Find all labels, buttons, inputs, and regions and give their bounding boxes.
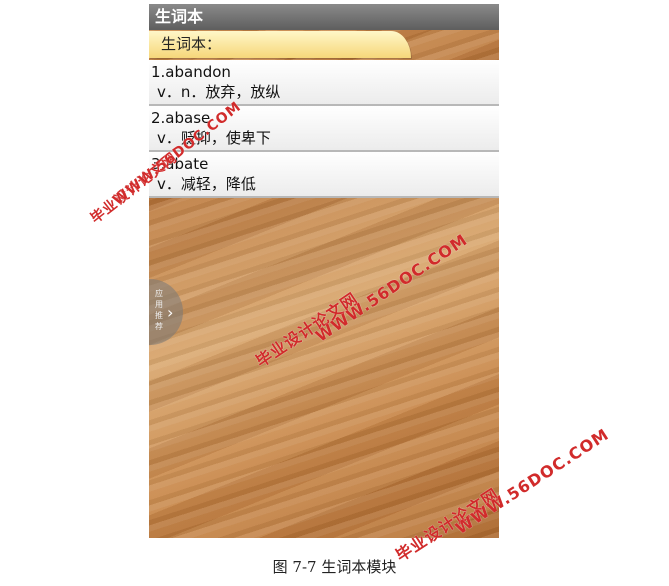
word-text: 3.abate <box>151 155 209 173</box>
list-item[interactable]: 1.abandon v．n．放弃，放纵 <box>149 60 499 106</box>
tab-vocabulary[interactable]: 生词本： <box>149 31 411 58</box>
app-title-bar: 生词本 <box>149 4 499 30</box>
app-recommend-button[interactable]: 应用推荐 › <box>149 279 183 345</box>
figure-caption: 图 7-7 生词本模块 <box>272 558 397 576</box>
chevron-right-icon: › <box>167 303 174 322</box>
app-title: 生词本 <box>155 7 204 26</box>
phone-screen: 生词本 生词本： 1.abandon v．n．放弃，放纵 2.abase v．贬… <box>149 4 499 538</box>
word-meaning: v．减轻，降低 <box>157 175 256 193</box>
tab-label: 生词本： <box>161 35 222 53</box>
list-item[interactable]: 3.abate v．减轻，降低 <box>149 152 499 198</box>
word-meaning: v．n．放弃，放纵 <box>157 83 281 101</box>
app-recommend-label: 应用推荐 <box>155 289 163 331</box>
word-text: 1.abandon <box>151 63 231 81</box>
